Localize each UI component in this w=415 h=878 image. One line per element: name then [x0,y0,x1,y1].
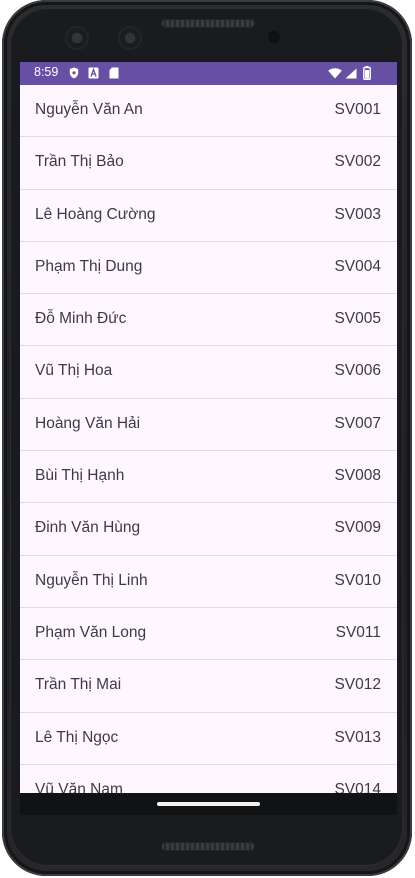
student-list: Nguyễn Văn An SV001 Trần Thị Bảo SV002 Lê Ho… [20,85,397,793]
student-name: Nguyễn Thị Linh [35,571,148,589]
shield-icon [69,67,79,79]
student-name: Đinh Văn Hùng [35,519,141,537]
list-item[interactable]: Hoàng Văn Hải SV007 [20,399,397,452]
student-id: SV007 [334,414,381,432]
status-time: 8:59 [34,65,59,79]
student-name: Vũ Thị Hoa [35,362,113,380]
student-name: Hoàng Văn Hải [35,414,141,432]
list-item[interactable]: Vũ Thị Hoa SV006 [20,346,397,399]
list-item[interactable]: Bùi Thị Hạnh SV008 [20,451,397,504]
student-name: Lê Hoàng Cường [35,205,156,223]
list-item[interactable]: Lê Thị Ngọc SV013 [20,713,397,765]
student-name: Phạm Thị Dung [35,257,143,275]
student-id: SV005 [334,310,381,328]
student-id: SV001 [334,101,381,118]
list-item[interactable]: Phạm Thị Dung SV004 [20,242,397,295]
bottom-speaker [161,842,255,851]
list-item[interactable]: Nguyễn Văn An SV001 [20,85,397,138]
student-id: SV004 [334,257,381,275]
student-id: SV003 [334,205,381,223]
phone-device: 8:59 Nguyễn Văn An SV001 Trần Thị Bảo SV002… [0,0,415,878]
student-id: SV014 [334,780,381,793]
student-id: SV011 [335,623,381,641]
navigation-bar [20,793,397,815]
text-a-icon [88,67,99,79]
student-id: SV012 [334,676,381,694]
battery-icon [363,66,371,80]
student-id: SV008 [334,467,381,485]
student-id: SV002 [334,153,381,171]
proximity-sensor [268,31,280,43]
student-id: SV006 [334,362,381,380]
student-name: Trần Thị Mai [35,676,122,694]
student-name: Nguyễn Văn An [35,101,143,118]
list-item[interactable]: Phạm Văn Long SV011 [20,608,397,661]
student-name: Phạm Văn Long [35,623,147,641]
sd-card-icon [109,67,119,79]
list-item[interactable]: Trần Thị Mai SV012 [20,660,397,713]
student-id: SV010 [334,571,381,589]
cell-signal-icon [345,68,357,79]
list-item[interactable]: Trần Thị Bảo SV002 [20,137,397,190]
list-item[interactable]: Nguyễn Thị Linh SV010 [20,556,397,608]
wifi-icon [328,68,342,79]
list-item[interactable]: Đinh Văn Hùng SV009 [20,503,397,556]
list-item[interactable]: Vũ Văn Nam SV014 [20,765,397,793]
earpiece-speaker [161,19,255,28]
app-screen: 8:59 Nguyễn Văn An SV001 Trần Thị Bảo SV002… [20,62,397,793]
student-id: SV013 [334,728,381,746]
student-name: Đỗ Minh Đức [35,310,127,328]
student-name: Trần Thị Bảo [35,153,124,171]
home-gesture-handle[interactable] [157,802,260,806]
student-name: Bùi Thị Hạnh [35,467,125,485]
front-camera-icon [67,28,87,48]
student-id: SV009 [334,519,381,537]
list-item[interactable]: Đỗ Minh Đức SV005 [20,294,397,347]
student-name: Vũ Văn Nam [35,780,123,793]
front-camera-secondary-icon [120,28,140,48]
status-bar: 8:59 [20,62,397,85]
list-item[interactable]: Lê Hoàng Cường SV003 [20,190,397,242]
student-name: Lê Thị Ngọc [35,728,119,746]
